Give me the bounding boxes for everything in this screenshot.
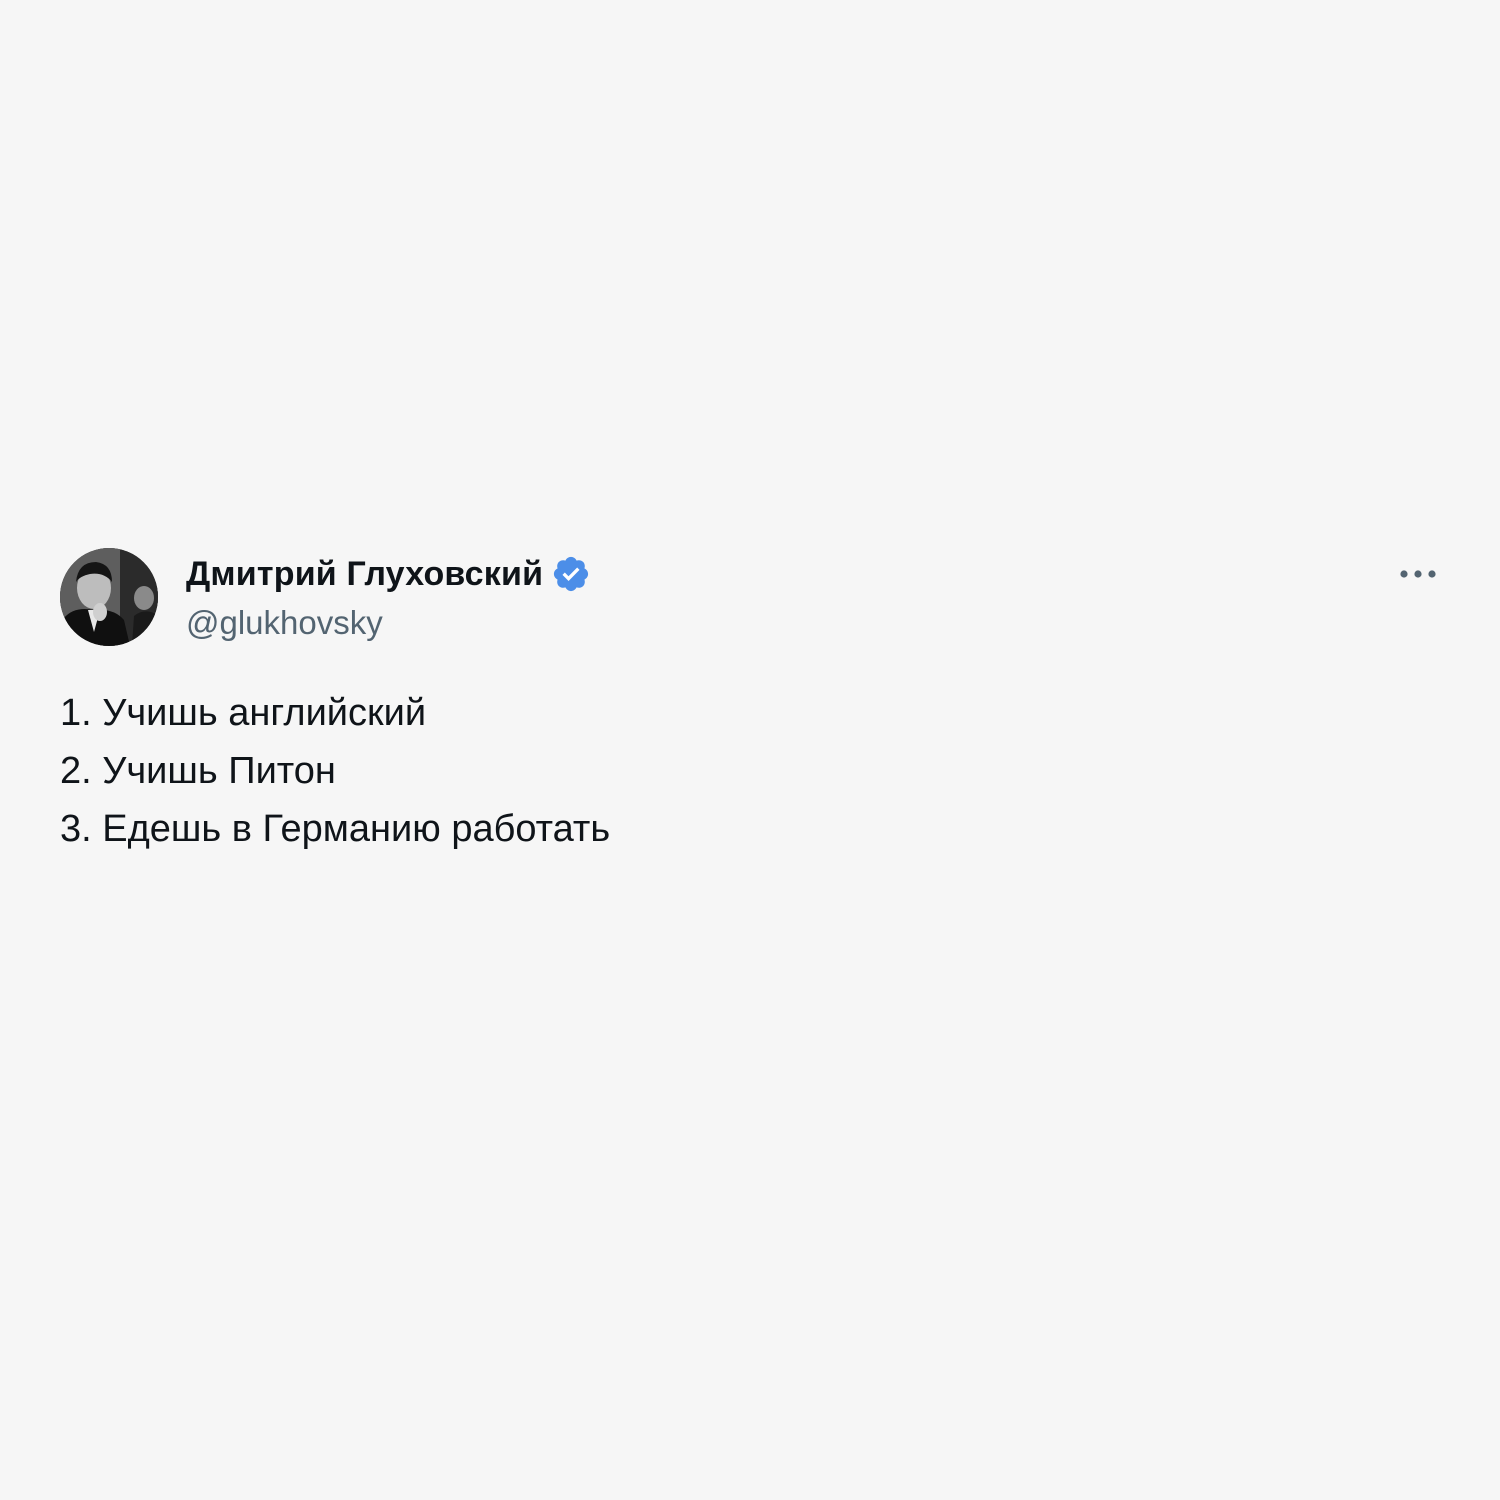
tweet-text: 1. Учишь английский 2. Учишь Питон 3. Ед…	[60, 684, 610, 858]
verified-badge-icon[interactable]	[551, 554, 591, 594]
author-block: Дмитрий Глуховский @glukhovsky	[186, 552, 591, 642]
author-display-name[interactable]: Дмитрий Глуховский	[186, 555, 543, 594]
author-handle[interactable]: @glukhovsky	[186, 604, 591, 642]
tweet-text-line: 2. Учишь Питон	[60, 750, 336, 792]
name-row: Дмитрий Глуховский	[186, 552, 591, 596]
more-dots-icon	[1400, 570, 1436, 578]
avatar-photo-icon	[60, 548, 158, 646]
author-avatar[interactable]	[60, 548, 158, 646]
tweet-text-line: 3. Едешь в Германию работать	[60, 808, 611, 850]
tweet-text-line: 1. Учишь английский	[60, 692, 427, 734]
more-options-button[interactable]	[1396, 554, 1440, 594]
